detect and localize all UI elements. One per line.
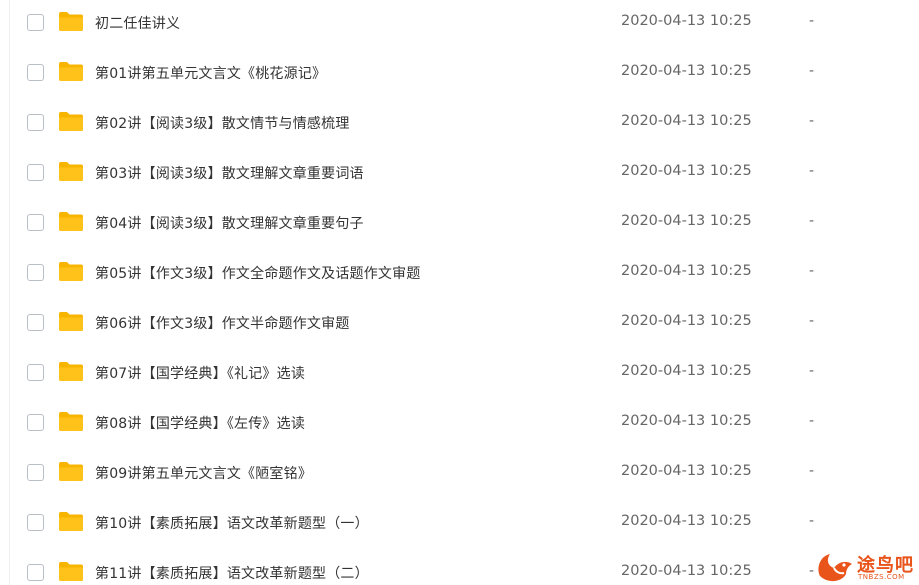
file-row[interactable]: 第07讲【国学经典】《礼记》选读 2020-04-13 10:25 - — [0, 349, 919, 399]
folder-icon — [58, 561, 84, 582]
file-modified-date: 2020-04-13 10:25 — [621, 313, 752, 329]
file-name[interactable]: 第03讲【阅读3级】散文理解文章重要词语 — [95, 163, 364, 183]
file-row[interactable]: 第10讲【素质拓展】语文改革新题型（一） 2020-04-13 10:25 - — [0, 499, 919, 549]
file-row[interactable]: 第04讲【阅读3级】散文理解文章重要句子 2020-04-13 10:25 - — [0, 199, 919, 249]
file-size: - — [809, 413, 815, 429]
watermark-subtext: TNBZS.COM — [858, 573, 905, 581]
file-size: - — [809, 163, 815, 179]
folder-icon — [58, 111, 84, 132]
row-checkbox[interactable] — [27, 164, 44, 181]
row-checkbox[interactable] — [27, 314, 44, 331]
file-size: - — [809, 13, 815, 29]
folder-icon — [58, 161, 84, 182]
folder-icon — [58, 11, 84, 32]
row-checkbox[interactable] — [27, 514, 44, 531]
folder-icon — [58, 61, 84, 82]
file-name[interactable]: 第04讲【阅读3级】散文理解文章重要句子 — [95, 213, 364, 233]
file-name[interactable]: 第02讲【阅读3级】散文情节与情感梳理 — [95, 113, 350, 133]
folder-icon — [58, 211, 84, 232]
watermark-logo: 途鸟吧 TNBZS.COM — [814, 546, 919, 585]
file-size: - — [809, 513, 815, 529]
file-list-window: 初二任佳讲义 2020-04-13 10:25- 第01讲第五单元文言文《桃花源记》… — [0, 0, 919, 585]
row-checkbox[interactable] — [27, 564, 44, 581]
file-row[interactable]: 第06讲【作文3级】作文半命题作文审题 2020-04-13 10:25 - — [0, 299, 919, 349]
file-name[interactable]: 第09讲第五单元文言文《陋室铭》 — [95, 463, 312, 483]
file-row[interactable]: 第11讲【素质拓展】语文改革新题型（二） 2020-04-13 10:25- — [0, 549, 919, 585]
folder-icon — [58, 361, 84, 382]
file-name[interactable]: 第01讲第五单元文言文《桃花源记》 — [95, 63, 326, 83]
file-name[interactable]: 第10讲【素质拓展】语文改革新题型（一） — [95, 513, 369, 533]
folder-icon — [58, 411, 84, 432]
file-row[interactable]: 第08讲【国学经典】《左传》选读 2020-04-13 10:25 - — [0, 399, 919, 449]
file-row[interactable]: 第02讲【阅读3级】散文情节与情感梳理 2020-04-13 10:25 - — [0, 99, 919, 149]
file-row[interactable]: 第09讲第五单元文言文《陋室铭》 2020-04-13 10:25 - — [0, 449, 919, 499]
row-checkbox[interactable] — [27, 364, 44, 381]
file-name[interactable]: 第11讲【素质拓展】语文改革新题型（二） — [95, 563, 369, 583]
file-modified-date: 2020-04-13 10:25 — [621, 263, 752, 279]
row-checkbox[interactable] — [27, 464, 44, 481]
file-modified-date: 2020-04-13 10:25 — [621, 213, 752, 229]
file-modified-date: 2020-04-13 10:25 — [621, 363, 752, 379]
file-size: - — [809, 113, 815, 129]
file-size: - — [809, 213, 815, 229]
file-name[interactable]: 第08讲【国学经典】《左传》选读 — [95, 413, 305, 433]
file-row[interactable]: 第03讲【阅读3级】散文理解文章重要词语 2020-04-13 10:25 - — [0, 149, 919, 199]
file-modified-date: 2020-04-13 10:25 — [621, 13, 752, 29]
row-checkbox[interactable] — [27, 214, 44, 231]
row-checkbox[interactable] — [27, 14, 44, 31]
file-size: - — [809, 313, 815, 329]
file-size: - — [809, 263, 815, 279]
folder-icon — [58, 311, 84, 332]
folder-icon — [58, 261, 84, 282]
file-modified-date: 2020-04-13 10:25 — [621, 113, 752, 129]
file-size: - — [809, 463, 815, 479]
file-name[interactable]: 第05讲【作文3级】作文全命题作文及话题作文审题 — [95, 263, 421, 283]
file-modified-date: 2020-04-13 10:25 — [621, 163, 752, 179]
file-name[interactable]: 第07讲【国学经典】《礼记》选读 — [95, 363, 305, 383]
folder-icon — [58, 511, 84, 532]
file-modified-date: 2020-04-13 10:25 — [621, 63, 752, 79]
row-checkbox[interactable] — [27, 414, 44, 431]
file-modified-date: 2020-04-13 10:25 — [621, 513, 752, 529]
row-checkbox[interactable] — [27, 264, 44, 281]
row-checkbox[interactable] — [27, 114, 44, 131]
file-row[interactable]: 初二任佳讲义 2020-04-13 10:25 - — [0, 0, 919, 49]
file-name[interactable]: 第06讲【作文3级】作文半命题作文审题 — [95, 313, 350, 333]
file-modified-date: 2020-04-13 10:25 — [621, 563, 752, 579]
row-checkbox[interactable] — [27, 64, 44, 81]
folder-icon — [58, 461, 84, 482]
file-name[interactable]: 初二任佳讲义 — [95, 13, 180, 33]
watermark-bird-icon — [818, 554, 852, 582]
file-size: - — [809, 63, 815, 79]
file-modified-date: 2020-04-13 10:25 — [621, 463, 752, 479]
file-modified-date: 2020-04-13 10:25 — [621, 413, 752, 429]
file-size: - — [809, 363, 815, 379]
file-row[interactable]: 第05讲【作文3级】作文全命题作文及话题作文审题 2020-04-13 10:25… — [0, 249, 919, 299]
file-row[interactable]: 第01讲第五单元文言文《桃花源记》 2020-04-13 10:25 - — [0, 49, 919, 99]
